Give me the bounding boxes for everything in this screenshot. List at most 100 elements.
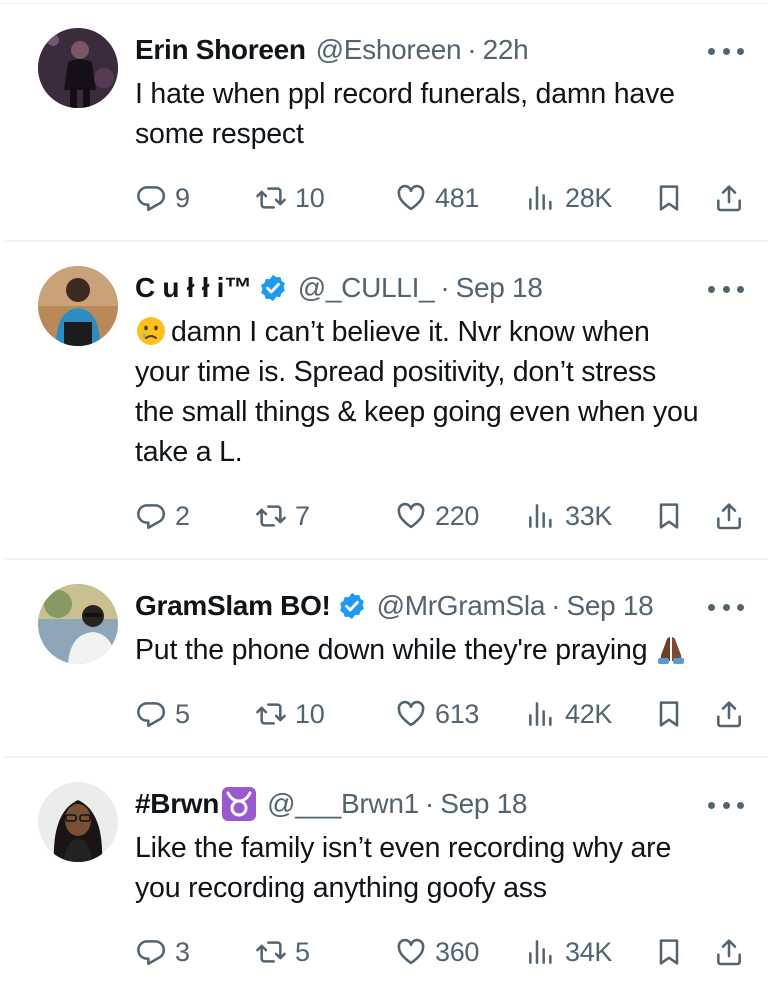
more-options-icon[interactable] [708,602,744,612]
tweet[interactable]: GramSlam BO! @MrGramSla · Sep 18 Put the… [0,560,768,758]
retweet-count: 10 [295,182,325,213]
tweet-text-line: Like the family isn’t even recording why… [135,832,672,864]
heart-icon [397,184,425,211]
retweet-icon [256,941,286,963]
like-count: 220 [435,500,480,531]
share-button[interactable] [713,932,745,972]
bookmark-icon [659,701,679,727]
tweet-text: damn I can’t believe it. Nvr know when y… [135,312,755,472]
heart-icon [397,502,425,529]
more-options-icon[interactable] [708,46,744,56]
retweet-count: 5 [295,936,310,967]
like-button[interactable]: 613 [395,694,479,734]
share-button[interactable] [713,496,745,536]
share-icon [717,939,741,966]
tweet-text-line: the small things & keep going even when … [135,396,699,428]
tweet-text-line: take a L. [135,436,243,468]
tweet-text-line: you recording anything goofy ass [135,872,547,904]
heart-icon [397,700,425,727]
action-bar: 3 5 360 34K [135,932,750,972]
bookmark-button[interactable] [653,932,685,972]
like-count: 613 [435,698,480,729]
like-count: 360 [435,936,480,967]
user-handle[interactable]: @Eshoreen [316,34,462,66]
reply-button[interactable]: 5 [135,694,190,734]
action-bar: 5 10 613 42K [135,694,750,734]
views-count: 28K [565,182,613,213]
reply-button[interactable]: 2 [135,496,190,536]
tweet[interactable]: #Brwn @___Brwn1 · Sep 18 Like the family… [0,758,768,986]
share-icon [717,701,741,728]
display-name[interactable]: C u ł ł i™ [135,272,252,304]
views-button[interactable]: 28K [525,178,612,218]
action-bar: 9 10 481 28K [135,178,750,218]
separator-dot: · [424,788,435,819]
retweet-button[interactable]: 5 [255,932,310,972]
reply-button[interactable]: 3 [135,932,190,972]
retweet-button[interactable]: 10 [255,178,325,218]
user-handle[interactable]: @___Brwn1 [267,788,419,820]
views-chart-icon [529,940,552,964]
crying-face-emoji [135,315,167,347]
timestamp[interactable]: Sep 18 [440,788,527,820]
bookmark-button[interactable] [653,694,685,734]
display-name[interactable]: Erin Shoreen [135,34,306,66]
like-button[interactable]: 220 [395,496,479,536]
reply-count: 3 [175,936,190,967]
avatar[interactable] [38,28,118,108]
timestamp[interactable]: 22h [483,34,529,66]
reply-icon [137,702,166,727]
tweet-text: Like the family isn’t even recording why… [135,828,755,908]
bookmark-icon [659,185,679,211]
separator-dot: · [467,34,477,65]
verified-badge-icon [258,273,288,303]
bookmark-button[interactable] [653,496,685,536]
retweet-count: 7 [295,500,310,531]
views-count: 33K [565,500,613,531]
separator-dot: · [440,272,450,303]
like-button[interactable]: 481 [395,178,479,218]
share-icon [717,185,741,212]
tweet-text: I hate when ppl record funerals, damn ha… [135,74,755,154]
views-count: 34K [565,936,613,967]
share-button[interactable] [713,178,745,218]
reply-icon [137,504,166,529]
views-chart-icon [529,186,552,210]
share-icon [717,503,741,530]
timestamp[interactable]: Sep 18 [456,272,543,304]
views-button[interactable]: 33K [525,496,612,536]
like-button[interactable]: 360 [395,932,479,972]
tweet[interactable]: C u ł ł i™ @_CULLI_ · Sep 18 damn I can’… [0,242,768,560]
more-options-icon[interactable] [708,284,744,294]
retweet-icon [256,703,286,725]
display-name[interactable]: GramSlam BO! [135,590,331,622]
separator-dot: · [551,590,561,621]
more-options-icon[interactable] [708,800,744,810]
reply-count: 2 [175,500,190,531]
timestamp[interactable]: Sep 18 [566,590,653,622]
reply-icon [137,186,166,212]
user-handle[interactable]: @MrGramSla [377,590,546,622]
reply-count: 9 [175,182,190,213]
retweet-icon [256,187,286,209]
views-button[interactable]: 42K [525,694,612,734]
display-name[interactable]: #Brwn [135,788,219,820]
like-count: 481 [435,182,480,213]
views-button[interactable]: 34K [525,932,612,972]
bookmark-button[interactable] [653,178,685,218]
retweet-button[interactable]: 10 [255,694,325,734]
user-handle[interactable]: @_CULLI_ [298,272,435,304]
retweet-count: 10 [295,698,325,729]
reply-button[interactable]: 9 [135,178,190,218]
views-chart-icon [529,702,552,726]
share-button[interactable] [713,694,745,734]
avatar[interactable] [38,266,118,346]
views-count: 42K [565,698,613,729]
tweet-text: Put the phone down while they're praying [135,630,755,670]
tweet-text-line: some respect [135,118,304,150]
avatar[interactable] [38,782,118,862]
tweet[interactable]: Erin Shoreen @Eshoreen · 22h I hate when… [0,4,768,242]
retweet-button[interactable]: 7 [255,496,310,536]
tweet-feed: Erin Shoreen @Eshoreen · 22h I hate when… [0,0,768,986]
avatar[interactable] [38,584,118,664]
